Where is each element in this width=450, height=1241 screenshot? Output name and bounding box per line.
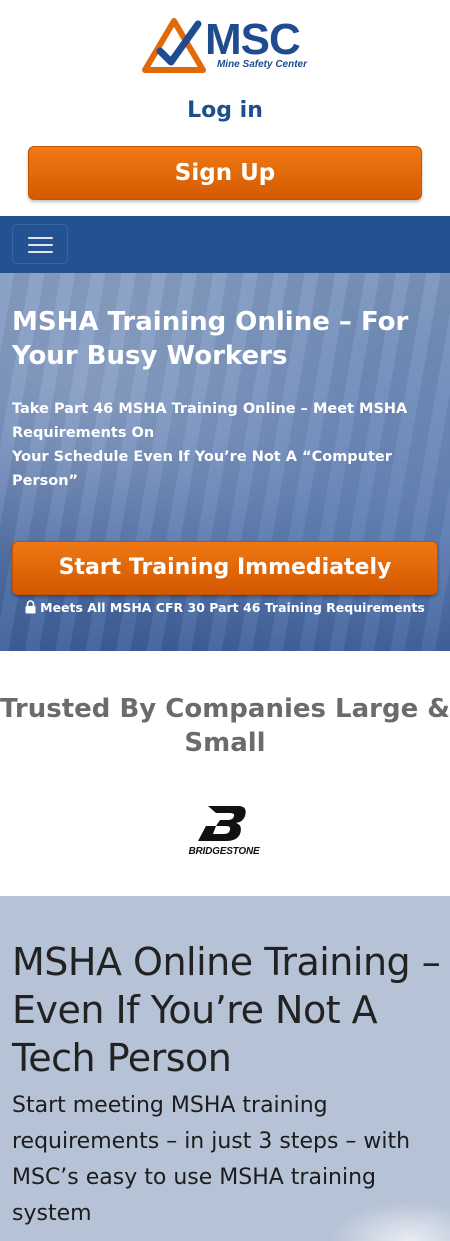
navbar: [0, 216, 450, 273]
logo-subtitle: Mine Safety Center: [216, 59, 307, 70]
lock-icon: [25, 600, 36, 614]
hero-section: MSHA Training Online – For Your Busy Wor…: [0, 273, 450, 651]
bridgestone-mark-icon: [198, 806, 246, 841]
msc-logo[interactable]: MSC Mine Safety Center: [142, 15, 310, 76]
info-section: MSHA Online Training – Even If You’re No…: [0, 896, 450, 1241]
logo-check-icon: [142, 18, 206, 73]
start-training-button[interactable]: Start Training Immediately: [12, 541, 438, 595]
hamburger-menu-icon[interactable]: [12, 224, 68, 264]
hero-subtitle-line-2: Your Schedule Even If You’re Not A “Comp…: [12, 449, 392, 489]
requirements-note-text: Meets All MSHA CFR 30 Part 46 Training R…: [40, 600, 425, 615]
section-subtitle: Start meeting MSHA training requirements…: [12, 1093, 411, 1226]
bridgestone-logo: BRIDGESTONE: [186, 804, 266, 858]
section-title: MSHA Online Training – Even If You’re No…: [12, 940, 441, 1080]
hero-subtitle: Take Part 46 MSHA Training Online – Meet…: [12, 397, 438, 493]
login-link[interactable]: Log in: [0, 96, 450, 126]
hero-subtitle-line-1: Take Part 46 MSHA Training Online – Meet…: [12, 401, 408, 441]
requirements-note: Meets All MSHA CFR 30 Part 46 Training R…: [0, 599, 450, 617]
signup-button[interactable]: Sign Up: [28, 146, 422, 200]
brand-wordmark: BRIDGESTONE: [188, 846, 260, 857]
hero-title: MSHA Training Online – For Your Busy Wor…: [12, 307, 409, 371]
logo-text: MSC: [205, 15, 301, 64]
trusted-heading: Trusted By Companies Large & Small: [0, 694, 450, 758]
